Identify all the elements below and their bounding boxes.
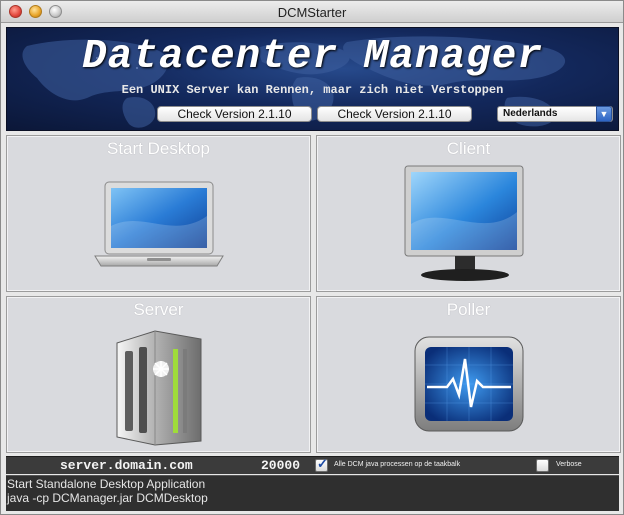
poller-tile[interactable]: Poller [316, 296, 621, 453]
check-version-button-1[interactable]: Check Version 2.1.10 [157, 106, 312, 122]
server-icon [116, 330, 202, 446]
taskbar-checkbox-label: Alle DCM java processen op de taakbalk [334, 461, 461, 468]
start-desktop-tile[interactable]: Start Desktop [6, 135, 311, 292]
client-label: Client [446, 139, 491, 158]
server-label: Server [133, 300, 184, 319]
language-select[interactable]: Nederlands ▼ [497, 106, 613, 122]
check-version-button-2[interactable]: Check Version 2.1.10 [317, 106, 472, 122]
verbose-checkbox[interactable] [536, 459, 549, 472]
server-port: 20000 [261, 458, 301, 473]
title-bar[interactable]: DCMStarter [1, 1, 623, 23]
language-select-value: Nederlands [503, 108, 558, 119]
console-line: java -cp DCManager.jar DCMDesktop [7, 491, 208, 505]
verbose-checkbox-label: Verbose [556, 461, 582, 468]
chevron-down-icon[interactable]: ▼ [596, 106, 612, 122]
status-bar: server.domain.com 20000 ✓ Alle DCM java … [6, 456, 619, 474]
client-tile[interactable]: Client [316, 135, 621, 292]
poller-label: Poller [446, 300, 491, 319]
monitor-icon [404, 165, 524, 281]
taskbar-checkbox[interactable]: ✓ [315, 456, 328, 472]
start-desktop-label: Start Desktop [107, 139, 210, 158]
server-host: server.domain.com [60, 458, 193, 473]
console-line: Start Standalone Desktop Application [7, 477, 206, 491]
window-title: DCMStarter [277, 5, 347, 20]
checkmark-icon: ✓ [317, 456, 328, 471]
laptop-icon [94, 181, 224, 267]
header-banner: Datacenter Manager Een UNIX Server kan R… [6, 27, 619, 131]
app-tagline: Een UNIX Server kan Rennen, maar zich ni… [121, 83, 504, 97]
dcmstarter-window: DCMStarter Datacenter Manager Een UNIX S… [0, 0, 624, 515]
heartbeat-monitor-icon [414, 336, 524, 432]
server-tile[interactable]: Server [6, 296, 311, 453]
console-output: Start Standalone Desktop Application jav… [6, 475, 619, 511]
app-title: Datacenter Manager [82, 34, 543, 80]
